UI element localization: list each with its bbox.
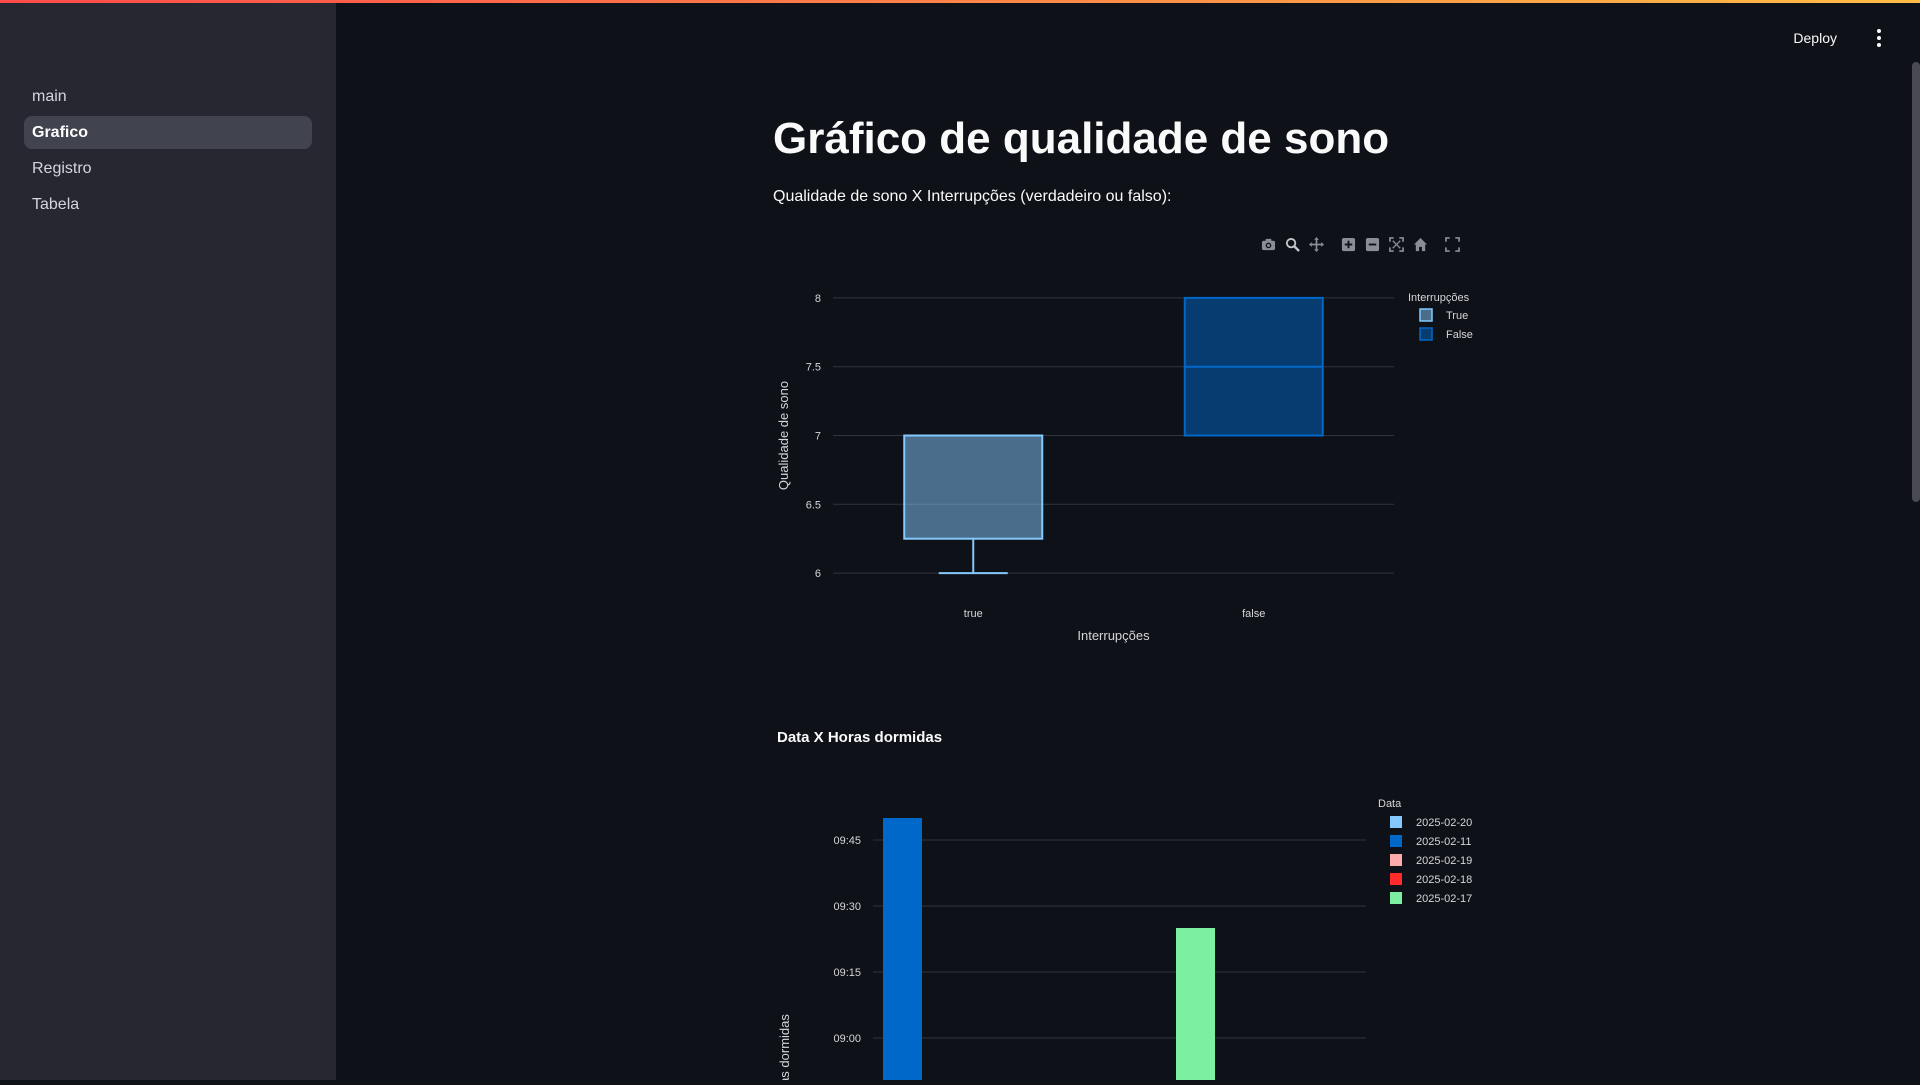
main-content: Gráfico de qualidade de sono Qualidade d…	[773, 0, 1493, 1085]
y-tick-label: 09:45	[833, 835, 861, 847]
x-axis-title: Interrupções	[1077, 628, 1150, 643]
bar-2025-02-17	[1176, 928, 1215, 1080]
legend-title: Interrupções	[1408, 292, 1470, 304]
y-tick-label: 7	[815, 431, 821, 443]
legend-label: 2025-02-17	[1416, 893, 1472, 905]
legend-label: False	[1446, 329, 1473, 341]
legend-label: True	[1446, 310, 1468, 322]
y-tick-label: 6	[815, 568, 821, 580]
top-decoration-bar	[0, 0, 1920, 3]
bar-2025-02-11	[883, 818, 922, 1080]
sidebar-item-grafico[interactable]: Grafico	[24, 116, 312, 149]
y-tick-label: 09:30	[833, 901, 861, 913]
chart-subtitle: Qualidade de sono X Interrupções (verdad…	[773, 188, 1172, 205]
chart-title: Data X Horas dormidas	[777, 729, 942, 746]
camera-icon[interactable]	[1259, 235, 1277, 253]
y-axis-title: Horas dormidas	[777, 1014, 792, 1080]
sidebar: main Grafico Registro Tabela	[0, 0, 336, 1080]
sidebar-item-tabela[interactable]: Tabela	[24, 188, 312, 221]
sidebar-nav: main Grafico Registro Tabela	[24, 80, 312, 224]
y-tick-label: 09:00	[833, 1033, 861, 1045]
sidebar-item-label: Tabela	[32, 195, 80, 213]
zoom-icon[interactable]	[1283, 235, 1301, 253]
fullscreen-icon[interactable]	[1443, 235, 1461, 253]
bar-chart-svg: Data X Horas dormidas 09:00 09:15 09:30 09:4…	[777, 729, 1472, 1085]
legend-label: 2025-02-11	[1416, 836, 1471, 848]
x-tick-label: true	[964, 608, 983, 620]
sidebar-item-main[interactable]: main	[24, 80, 312, 113]
legend-label: 2025-02-19	[1416, 855, 1472, 867]
scrollbar-thumb[interactable]	[1912, 62, 1920, 502]
y-tick-label: 8	[815, 293, 821, 305]
box-chart-svg: 6 6.5 7 7.5 8 true false Interrupções Qualidade …	[776, 292, 1473, 643]
pan-icon[interactable]	[1307, 235, 1325, 253]
zoom-in-icon[interactable]	[1339, 235, 1357, 253]
x-tick-label: false	[1242, 608, 1265, 620]
bar-chart: Data X Horas dormidas 09:00 09:15 09:30 09:4…	[773, 720, 1493, 1085]
sidebar-item-label: main	[32, 87, 67, 105]
box-chart: 6 6.5 7 7.5 8 true false Interrupções Qualidade …	[773, 282, 1493, 652]
sidebar-item-registro[interactable]: Registro	[24, 152, 312, 185]
legend-label: 2025-02-18	[1416, 874, 1472, 886]
legend-swatch-false	[1419, 327, 1433, 341]
legend-swatch	[1390, 854, 1402, 866]
more-vertical-icon[interactable]	[1868, 23, 1890, 53]
legend-swatch	[1390, 835, 1402, 847]
sidebar-item-label: Grafico	[32, 123, 89, 141]
y-axis-title: Qualidade de sono	[776, 381, 791, 490]
legend-swatch-true	[1419, 308, 1433, 322]
page-title: Gráfico de qualidade de sono	[773, 114, 1390, 163]
home-icon[interactable]	[1411, 235, 1429, 253]
sidebar-item-label: Registro	[32, 159, 92, 177]
deploy-button[interactable]: Deploy	[1785, 23, 1845, 53]
legend-swatch	[1390, 816, 1402, 828]
box-true	[903, 434, 1044, 540]
plot-modebar	[1259, 235, 1461, 255]
y-tick-label: 6.5	[806, 499, 821, 511]
y-tick-label: 09:15	[833, 967, 861, 979]
legend-swatch	[1390, 892, 1402, 904]
autoscale-icon[interactable]	[1387, 235, 1405, 253]
zoom-out-icon[interactable]	[1363, 235, 1381, 253]
y-tick-label: 7.5	[806, 362, 821, 374]
legend-label: 2025-02-20	[1416, 817, 1472, 829]
legend-swatch	[1390, 873, 1402, 885]
legend-title: Data	[1378, 798, 1402, 810]
